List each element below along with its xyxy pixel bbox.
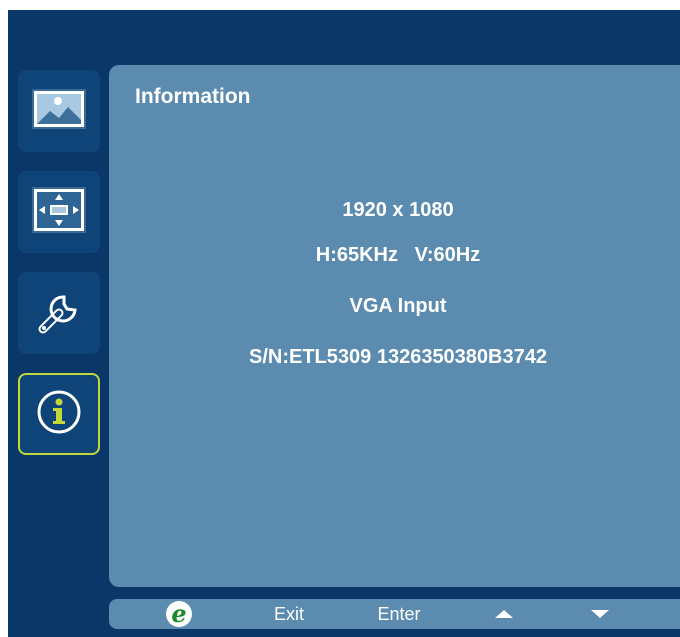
empowering-logo-icon: e — [166, 601, 192, 627]
brand-logo-key[interactable]: e — [159, 599, 199, 629]
arrow-down-icon — [591, 610, 609, 618]
picture-icon — [30, 87, 88, 136]
information-icon — [34, 387, 84, 442]
up-button[interactable] — [484, 599, 524, 629]
display-position-icon — [30, 185, 88, 240]
input-source-text: VGA Input — [349, 295, 447, 317]
sidebar-item-settings[interactable] — [18, 272, 100, 354]
footer-key-bar: e Exit Enter — [109, 599, 680, 629]
resolution-text: 1920 x 1080 — [342, 199, 454, 221]
sidebar-item-picture[interactable] — [18, 70, 100, 152]
information-panel: Information 1920 x 1080 H:65KHz V:60Hz V… — [109, 65, 680, 587]
page-title: Information — [135, 85, 251, 108]
settings-wrench-icon — [31, 283, 87, 344]
exit-button[interactable]: Exit — [259, 599, 319, 629]
osd-menu: Information 1920 x 1080 H:65KHz V:60Hz V… — [8, 10, 680, 637]
frequency-text: H:65KHz V:60Hz — [315, 244, 481, 266]
sidebar-item-display[interactable] — [18, 171, 100, 253]
sidebar-item-information[interactable] — [18, 373, 100, 455]
enter-button[interactable]: Enter — [369, 599, 429, 629]
serial-number-text: S/N:ETL5309 1326350380B3742 — [249, 346, 547, 368]
down-button[interactable] — [580, 599, 620, 629]
arrow-up-icon — [495, 610, 513, 618]
